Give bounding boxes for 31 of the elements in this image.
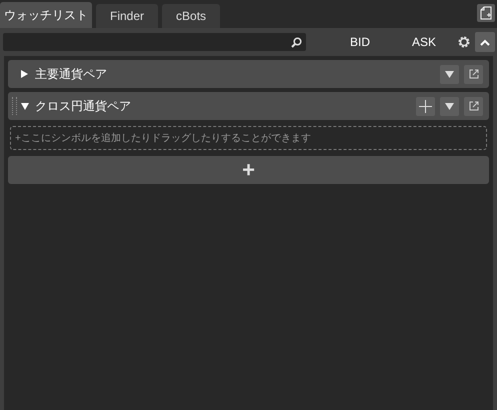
external-link-icon (468, 101, 478, 111)
add-group-button[interactable]: + (8, 156, 489, 184)
dropdown-button[interactable] (440, 96, 459, 116)
column-header: BID (348, 35, 371, 49)
detach-button[interactable] (464, 64, 483, 84)
chevron-up-icon (480, 38, 490, 46)
group-header[interactable]: 主要通貨ペア (8, 60, 489, 88)
tab[interactable]: cBots (162, 4, 220, 28)
external-link-icon (468, 69, 478, 79)
caret-down-icon (445, 102, 454, 110)
search-icon (291, 36, 302, 48)
add-symbol-button[interactable] (416, 96, 435, 116)
group-name: 主要通貨ペア (35, 66, 108, 82)
search-field[interactable] (3, 33, 306, 51)
settings-icon[interactable] (457, 35, 471, 49)
new-page-icon (480, 6, 492, 20)
caret-down-icon (445, 70, 454, 78)
drop-hint: +ここにシンボルを追加したりドラッグしたりすることができます (10, 126, 487, 150)
group-header[interactable]: クロス円通貨ペア (8, 92, 489, 120)
caret-down-icon[interactable] (21, 102, 29, 110)
group-name: クロス円通貨ペア (35, 98, 132, 114)
drag-handle[interactable] (12, 97, 17, 115)
dropdown-button[interactable] (440, 64, 459, 84)
tab[interactable]: Finder (96, 4, 158, 28)
new-window-button[interactable] (477, 4, 495, 22)
column-header: ASK (410, 35, 437, 49)
collapse-button[interactable] (475, 32, 495, 52)
caret-right-icon[interactable] (21, 70, 29, 78)
detach-button[interactable] (464, 96, 483, 116)
plus-icon (419, 100, 432, 112)
tab[interactable]: ウォッチリスト (0, 2, 92, 28)
